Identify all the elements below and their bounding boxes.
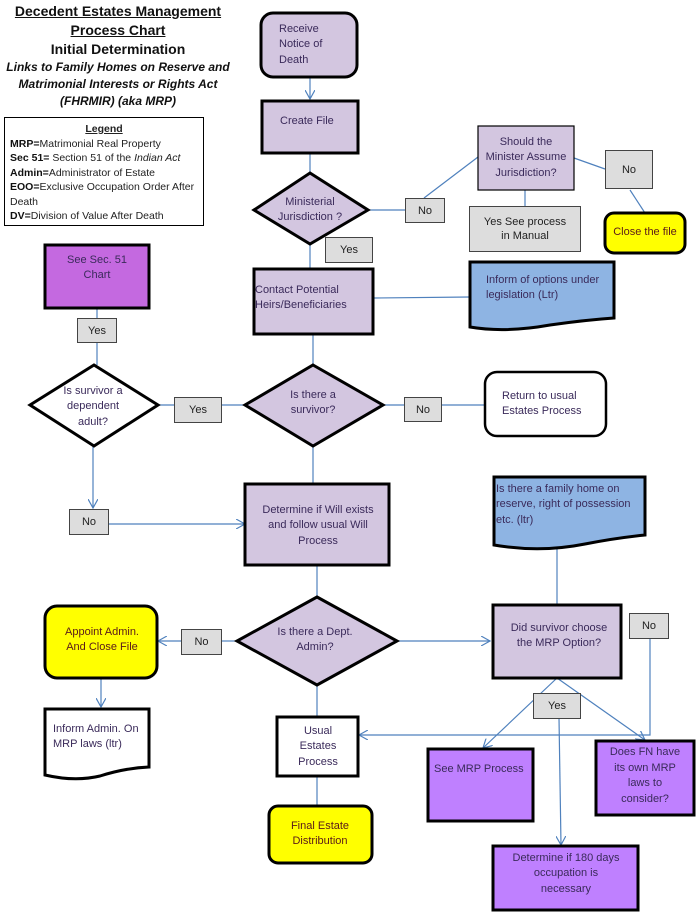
label-yes-sec51: Yes bbox=[77, 318, 117, 343]
connector-contact-inform bbox=[373, 296, 471, 299]
node-create-file[interactable]: Create File bbox=[280, 104, 356, 140]
node-inform-admin[interactable]: Inform Admin. On MRP laws (ltr) bbox=[53, 712, 143, 762]
node-fn-own-laws[interactable]: Does FN have its own MRP laws to conside… bbox=[604, 743, 686, 809]
node-dept-admin[interactable]: Is there a Dept. Admin? bbox=[272, 622, 358, 658]
connector-should-no bbox=[573, 157, 606, 170]
node-usual-estates[interactable]: Usual Estates Process bbox=[288, 722, 348, 772]
node-determine-180[interactable]: Determine if 180 days occupation is nece… bbox=[510, 849, 622, 899]
node-receive-notice[interactable]: Receive Notice of Death bbox=[279, 16, 349, 74]
node-is-survivor[interactable]: Is there a survivor? bbox=[276, 385, 350, 421]
node-final-distribution[interactable]: Final Estate Distribution bbox=[280, 814, 360, 854]
label-yes-ministerial: Yes bbox=[325, 237, 373, 263]
label-yes-dependent: Yes bbox=[174, 397, 222, 423]
node-see-sec51[interactable]: See Sec. 51 Chart bbox=[55, 250, 139, 286]
connector-no-close bbox=[629, 189, 646, 214]
label-no-ministerial: No bbox=[405, 198, 445, 223]
node-return-usual[interactable]: Return to usual Estates Process bbox=[502, 384, 598, 424]
node-yes-see-manual[interactable]: Yes See process in Manual bbox=[469, 206, 581, 252]
node-ministerial-jurisdiction[interactable]: Ministerial Jurisdiction ? bbox=[272, 190, 348, 230]
connector-yes-180 bbox=[559, 717, 561, 845]
label-no-should-minister: No bbox=[605, 150, 653, 189]
node-family-home[interactable]: Is there a family home on reserve, right… bbox=[496, 480, 638, 530]
node-determine-will[interactable]: Determine if Will exists and follow usua… bbox=[262, 490, 374, 562]
connector-no-should bbox=[423, 156, 479, 199]
node-inform-options[interactable]: Inform of options under legislation (Ltr… bbox=[486, 268, 612, 308]
connectors bbox=[93, 77, 651, 845]
node-contact-heirs[interactable]: Contact Potential Heirs/Beneficiaries bbox=[255, 275, 371, 321]
label-no-dependent: No bbox=[69, 509, 109, 535]
node-appoint-admin[interactable]: Appoint Admin. And Close File bbox=[62, 614, 142, 666]
node-see-mrp[interactable]: See MRP Process bbox=[434, 760, 532, 780]
node-should-minister[interactable]: Should the Minister Assume Jurisdiction? bbox=[485, 127, 567, 189]
label-no-mrp-option: No bbox=[629, 613, 669, 639]
node-is-dependent-adult[interactable]: Is survivor a dependent adult? bbox=[60, 383, 126, 431]
node-close-the-file[interactable]: Close the file bbox=[610, 215, 680, 251]
label-no-dept-admin: No bbox=[181, 629, 222, 655]
node-did-survivor-choose[interactable]: Did survivor choose the MRP Option? bbox=[503, 618, 615, 654]
label-yes-mrp-option: Yes bbox=[533, 693, 581, 719]
label-no-survivor: No bbox=[404, 397, 442, 422]
